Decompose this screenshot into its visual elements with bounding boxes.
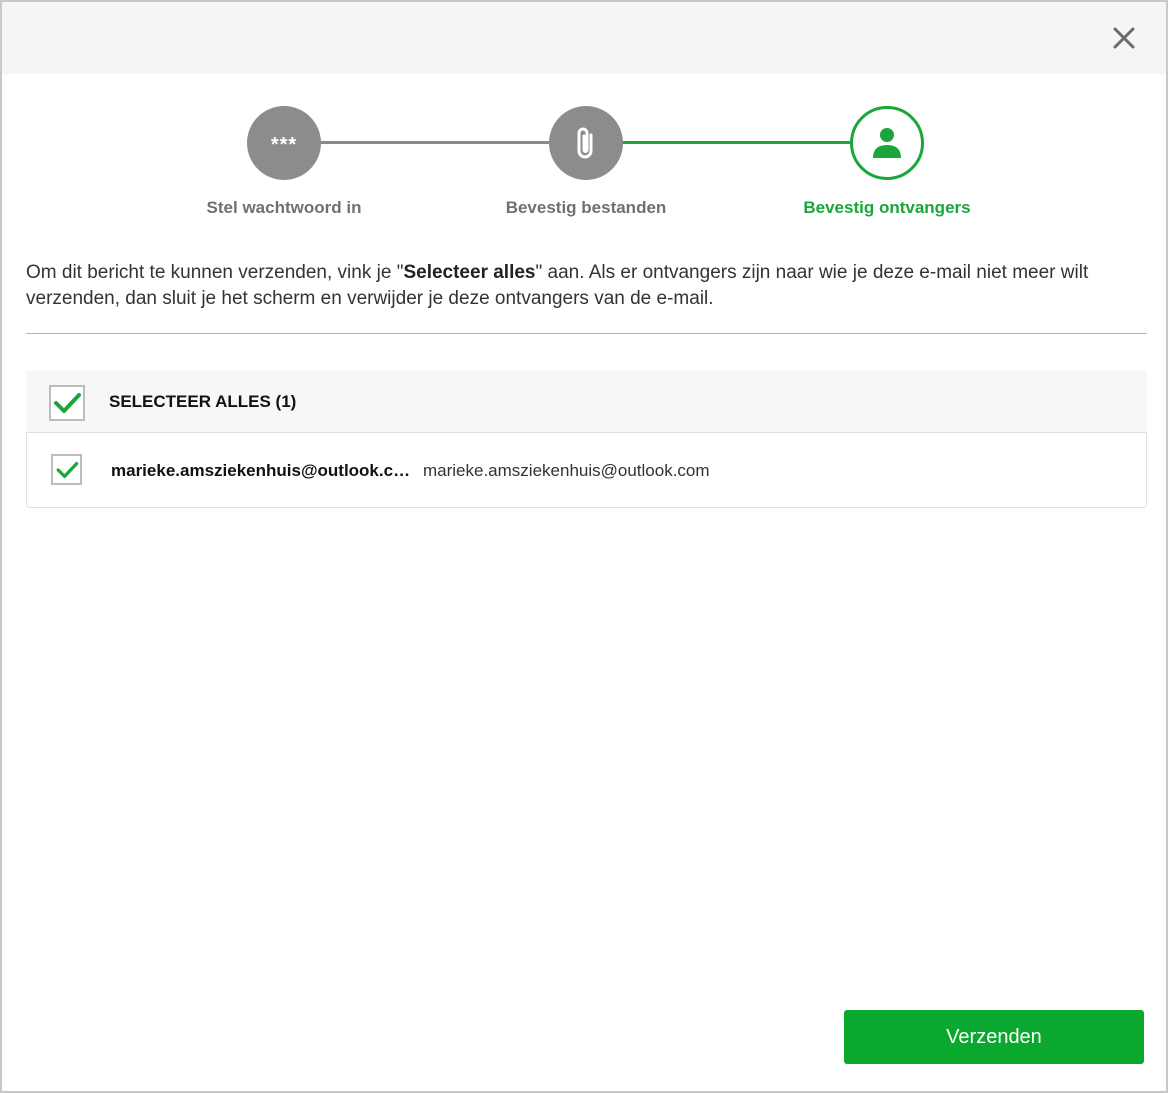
paperclip-icon [577,127,593,159]
step-connector-2 [622,141,853,144]
recipient-row: marieke.amsziekenhuis@outlook.com mariek… [26,433,1147,508]
step-label-files: Bevestig bestanden [505,198,667,217]
close-icon [1113,27,1135,49]
stepper: *** Stel wachtwoord in Bevestig bestande… [2,104,1166,234]
recipient-name: marieke.amsziekenhuis@outlook.com [111,461,411,480]
step-2-circle [549,106,623,180]
instruction-bold: Selecteer alles [403,262,536,283]
step-label-password: Stel wachtwoord in [206,198,362,217]
step-3-circle [850,106,924,180]
step-1-circle: *** [247,106,321,180]
password-dots-icon: *** [270,133,298,156]
select-all-row: SELECTEER ALLES (1) [26,371,1147,433]
step-connector-1 [320,141,551,144]
select-all-label: SELECTEER ALLES (1) [109,392,297,411]
divider [26,333,1147,334]
person-icon [873,128,901,158]
dialog-header [2,2,1166,74]
checkmark-icon [56,461,78,478]
close-button[interactable] [1110,24,1138,52]
dialog: *** Stel wachtwoord in Bevestig bestande… [0,0,1168,1093]
recipient-checkbox[interactable] [51,454,82,485]
send-button[interactable]: Verzenden [844,1010,1144,1064]
recipient-email: marieke.amsziekenhuis@outlook.com [423,461,710,480]
step-label-recipients: Bevestig ontvangers [803,198,971,217]
select-all-checkbox[interactable] [49,385,85,421]
instruction-text: Om dit bericht te kunnen verzenden, vink… [26,262,1089,309]
checkmark-icon [54,393,81,413]
